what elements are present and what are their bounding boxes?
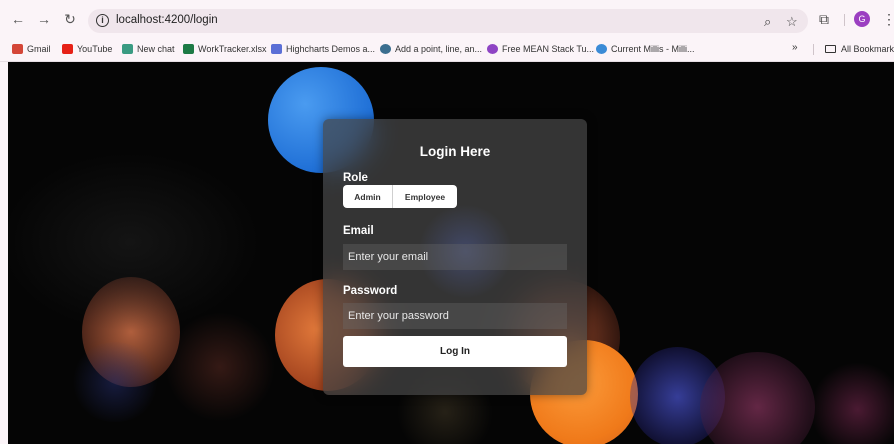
role-employee-button[interactable]: Employee bbox=[393, 185, 457, 208]
bookmark-worktracker[interactable]: WorkTracker.xlsx bbox=[183, 41, 267, 57]
profile-avatar[interactable]: G bbox=[854, 11, 870, 27]
bookmark-youtube[interactable]: YouTube bbox=[62, 41, 112, 57]
bokeh-light bbox=[810, 362, 894, 444]
email-field[interactable]: Enter your email bbox=[343, 244, 567, 270]
excel-icon bbox=[183, 44, 194, 54]
address-bar[interactable]: i localhost:4200/login ⌕ ☆ bbox=[88, 9, 808, 33]
globe-icon bbox=[380, 44, 391, 54]
login-button[interactable]: Log In bbox=[343, 336, 567, 367]
clock-icon bbox=[596, 44, 607, 54]
bookmark-label: WorkTracker.xlsx bbox=[198, 44, 267, 54]
browser-toolbar: ← → ↻ i localhost:4200/login ⌕ ☆ ⧉ G ⋮ bbox=[0, 0, 894, 38]
email-placeholder: Enter your email bbox=[348, 251, 429, 263]
site-info-icon[interactable]: i bbox=[96, 14, 109, 27]
forward-icon[interactable]: → bbox=[36, 11, 52, 27]
menu-icon[interactable]: ⋮ bbox=[882, 11, 894, 27]
bookmark-label: YouTube bbox=[77, 44, 113, 54]
bookmark-label: New chat bbox=[137, 44, 175, 54]
bokeh-light bbox=[700, 352, 815, 444]
bokeh-light bbox=[70, 342, 160, 422]
bookmark-label: Free MEAN Stack Tu... bbox=[502, 44, 595, 54]
bookmark-label: Add a point, line, an... bbox=[395, 44, 483, 54]
reload-icon[interactable]: ↻ bbox=[62, 11, 78, 27]
browser-chrome: ← → ↻ i localhost:4200/login ⌕ ☆ ⧉ G ⋮ G… bbox=[0, 0, 894, 62]
site-icon bbox=[487, 44, 498, 54]
bookmark-label: Current Millis - Milli... bbox=[611, 44, 695, 54]
login-page: Login Here Role Admin Employee Email Ent… bbox=[0, 62, 894, 444]
bookmarks-bar: Gmail YouTube New chat WorkTracker.xlsx … bbox=[0, 38, 894, 60]
bookmarks-divider bbox=[813, 44, 814, 55]
bookmark-label: Gmail bbox=[27, 44, 51, 54]
role-toggle-group: Admin Employee bbox=[343, 185, 457, 208]
zoom-icon[interactable]: ⌕ bbox=[764, 14, 771, 30]
bookmark-add-point[interactable]: Add a point, line, an... bbox=[380, 41, 482, 57]
bookmark-current-millis[interactable]: Current Millis - Milli... bbox=[596, 41, 695, 57]
bookmark-new-chat[interactable]: New chat bbox=[122, 41, 175, 57]
bookmark-mean-stack[interactable]: Free MEAN Stack Tu... bbox=[487, 41, 594, 57]
chat-icon bbox=[122, 44, 133, 54]
bookmark-star-icon[interactable]: ☆ bbox=[786, 14, 798, 30]
password-label: Password bbox=[343, 285, 398, 297]
login-card: Login Here Role Admin Employee Email Ent… bbox=[323, 119, 587, 395]
password-field[interactable]: Enter your password bbox=[343, 303, 567, 329]
email-label: Email bbox=[343, 225, 374, 237]
youtube-icon bbox=[62, 44, 73, 54]
url-text[interactable]: localhost:4200/login bbox=[116, 14, 218, 26]
bookmarks-overflow-icon[interactable]: » bbox=[792, 42, 798, 53]
bokeh-light bbox=[165, 312, 275, 422]
role-label: Role bbox=[343, 172, 368, 184]
bookmark-label: Highcharts Demos a... bbox=[286, 44, 376, 54]
role-admin-button[interactable]: Admin bbox=[343, 185, 393, 208]
all-bookmarks[interactable]: All Bookmarks bbox=[825, 41, 894, 57]
gmail-icon bbox=[12, 44, 23, 54]
toolbar-divider bbox=[844, 14, 845, 26]
extensions-icon[interactable]: ⧉ bbox=[819, 11, 829, 27]
back-icon[interactable]: ← bbox=[10, 11, 26, 27]
highcharts-icon bbox=[271, 44, 282, 54]
password-placeholder: Enter your password bbox=[348, 310, 449, 322]
folder-icon bbox=[825, 45, 836, 53]
bokeh-light bbox=[0, 152, 260, 332]
bookmark-gmail[interactable]: Gmail bbox=[12, 41, 51, 57]
window-edge bbox=[0, 62, 8, 444]
bookmark-label: All Bookmarks bbox=[841, 44, 894, 54]
bookmark-highcharts[interactable]: Highcharts Demos a... bbox=[271, 41, 375, 57]
login-title: Login Here bbox=[419, 144, 491, 159]
